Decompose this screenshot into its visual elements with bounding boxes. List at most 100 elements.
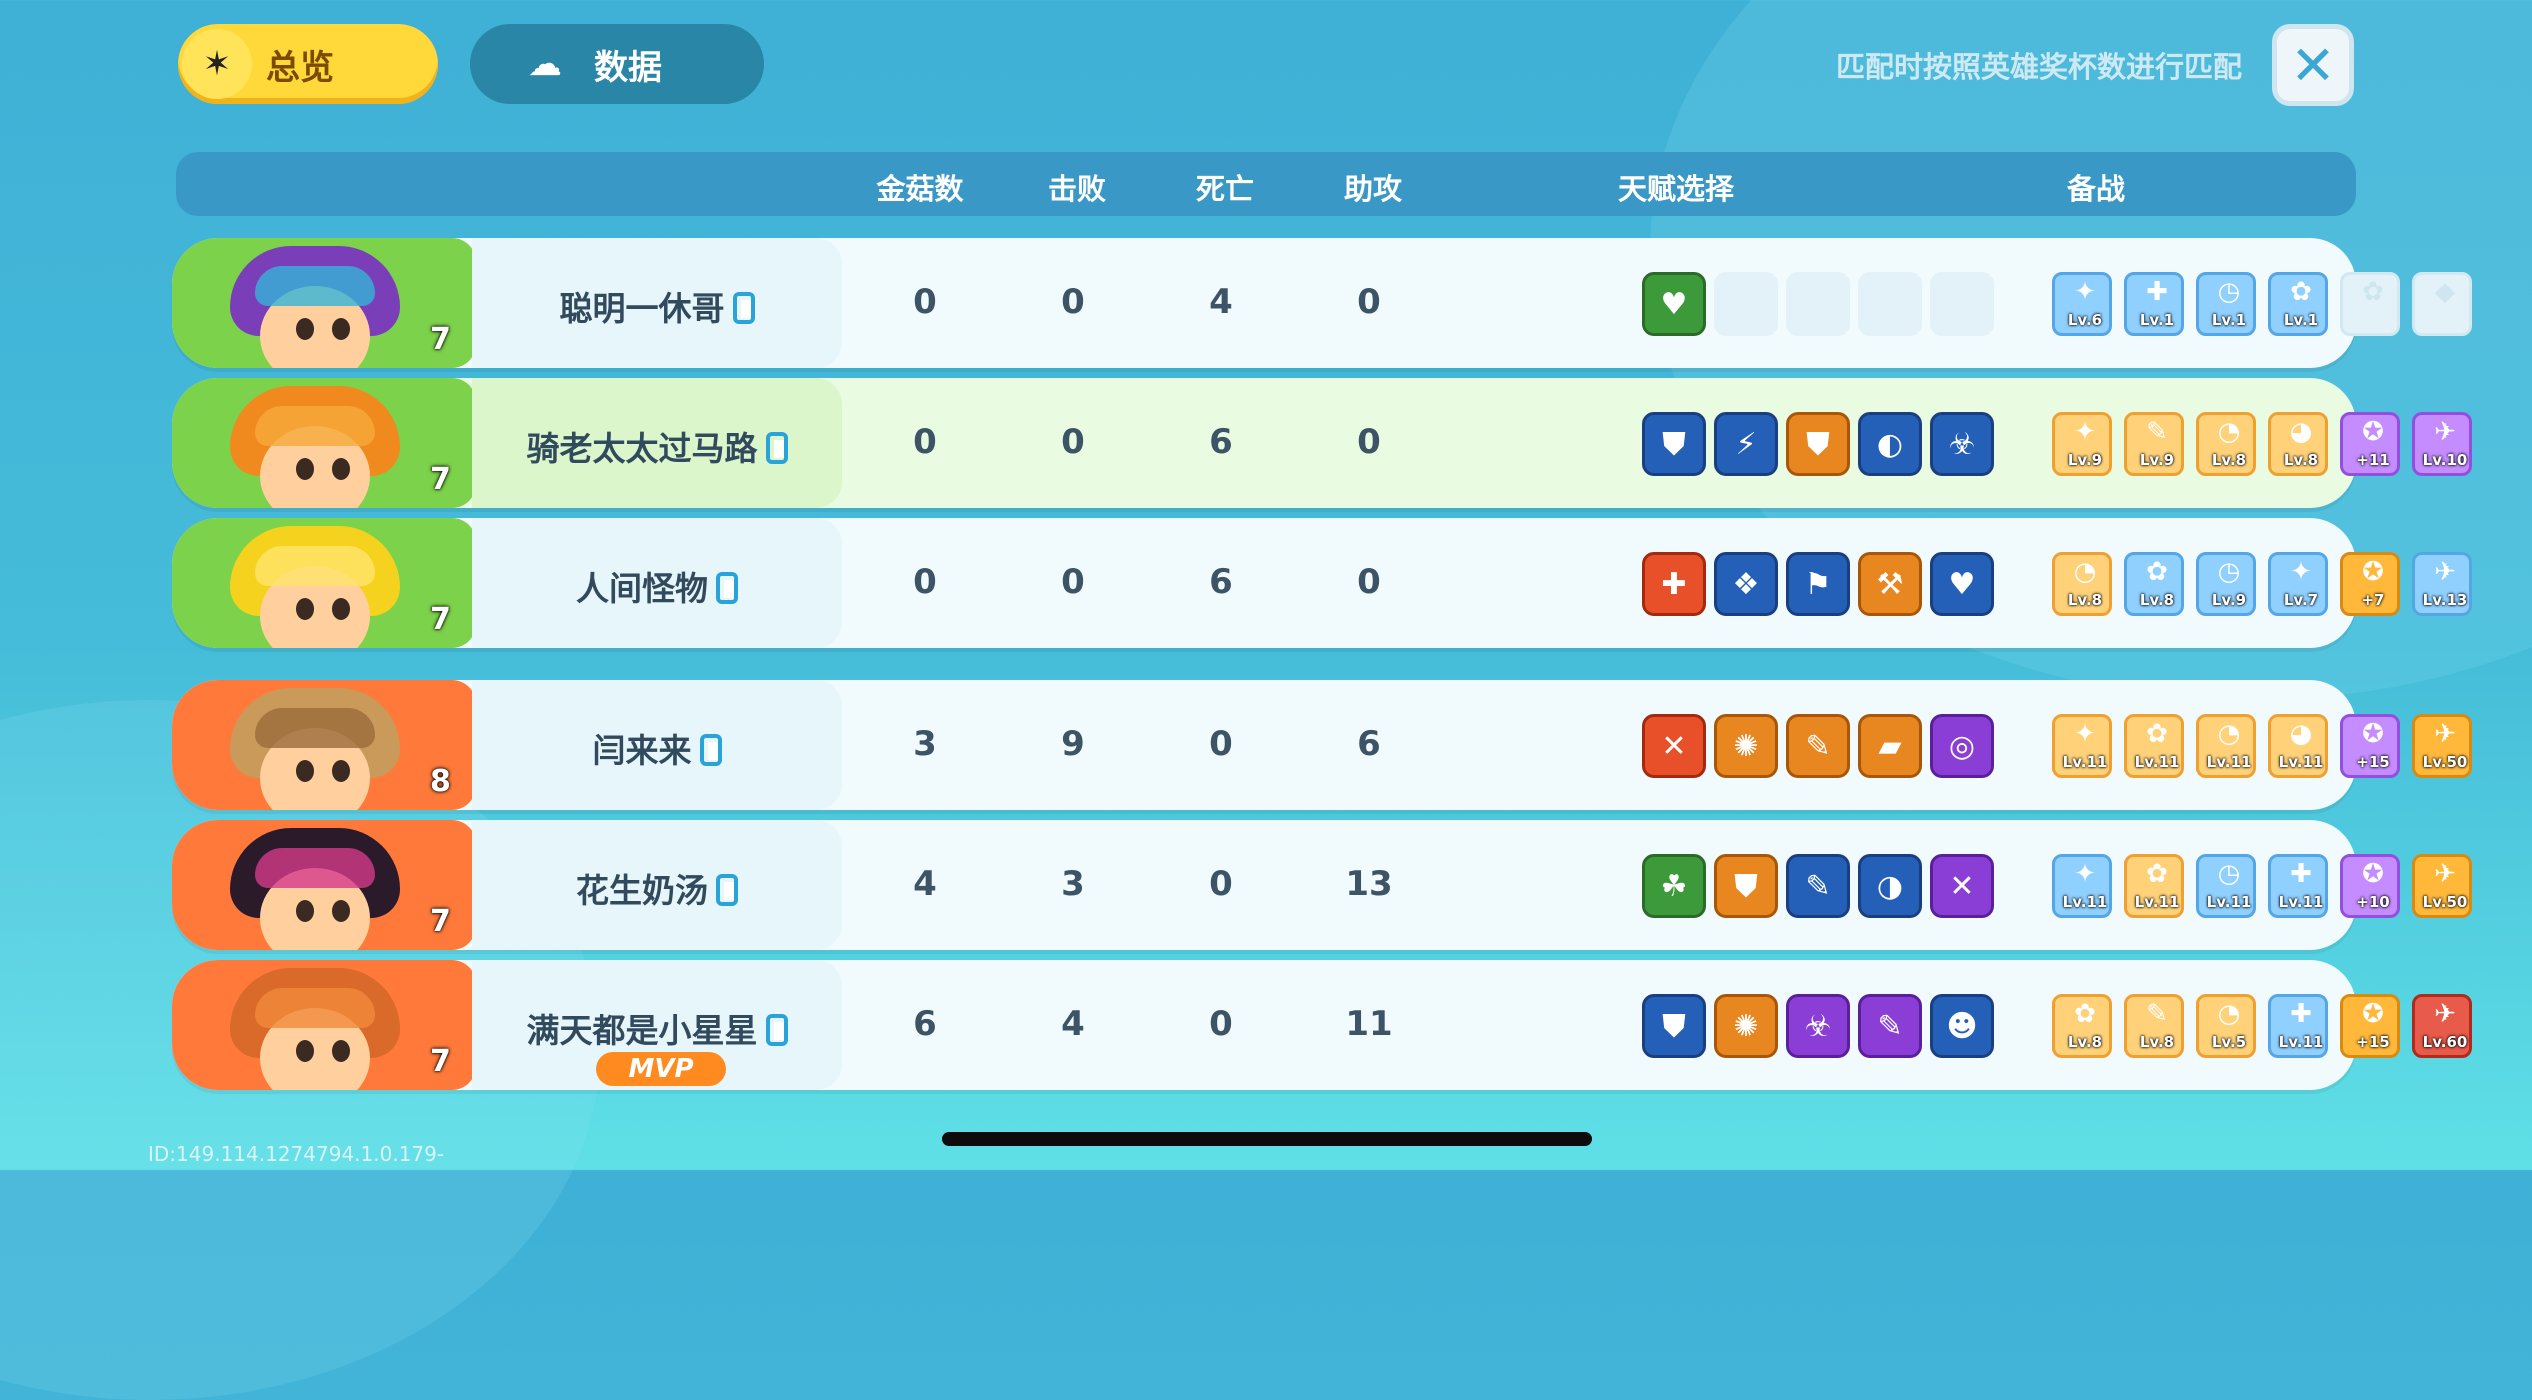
- gear-slot[interactable]: ✿ Lv.11: [2124, 854, 2184, 918]
- talent-slot[interactable]: ✎: [1858, 994, 1922, 1058]
- talent-icon: ✕: [1949, 868, 1975, 904]
- gear-slot[interactable]: ✚ Lv.11: [2268, 854, 2328, 918]
- hero-portrait[interactable]: 7: [172, 238, 476, 368]
- talent-icon: ⚒: [1876, 566, 1904, 602]
- gear-icon: ◔: [2217, 719, 2241, 749]
- gear-slot[interactable]: ✈ Lv.13: [2412, 552, 2472, 616]
- hero-portrait[interactable]: 8: [172, 680, 476, 810]
- stat-mushrooms: 4: [913, 864, 937, 904]
- tab-data[interactable]: ☁ 数据: [470, 24, 764, 104]
- gear-slot[interactable]: ◔ Lv.8: [2196, 412, 2256, 476]
- player-name-panel[interactable]: 满天都是小星星 MVP: [472, 960, 842, 1090]
- close-button[interactable]: ✕: [2272, 24, 2354, 106]
- gear-slot[interactable]: ◆: [2412, 272, 2472, 336]
- gear-level: Lv.8: [2067, 591, 2103, 609]
- gear-level: Lv.8: [2211, 451, 2247, 469]
- talent-slot[interactable]: ⚑: [1786, 552, 1850, 616]
- gear-slot[interactable]: ✚ Lv.11: [2268, 994, 2328, 1058]
- gear-slot[interactable]: ✦ Lv.7: [2268, 552, 2328, 616]
- player-name: 花生奶汤: [576, 871, 708, 910]
- player-name-panel[interactable]: 闫来来: [472, 680, 842, 810]
- gear-slot[interactable]: ◔ Lv.11: [2196, 714, 2256, 778]
- player-row[interactable]: 7 满天都是小星星 MVP 6 4 0 11 ⛊ ✺ ☣ ✎ ☻ ✿ Lv.8 ✎ Lv.8 ◔ Lv.5 ✚ Lv.…: [172, 960, 2472, 1090]
- gear-level: Lv.11: [2278, 893, 2324, 911]
- talent-slot[interactable]: ◐: [1858, 412, 1922, 476]
- gear-slot[interactable]: ◷ Lv.9: [2196, 552, 2256, 616]
- gear-slot[interactable]: ✪ +15: [2340, 714, 2400, 778]
- gear-slot[interactable]: ◔ Lv.8: [2052, 552, 2112, 616]
- hero-portrait[interactable]: 7: [172, 960, 476, 1090]
- player-row[interactable]: 8 闫来来 3 9 0 6 ✕ ✺ ✎ ▰ ◎ ✦ Lv.11 ✿ Lv.11 ◔ Lv.11 ◕ Lv.11 ✪ +1…: [172, 680, 2472, 810]
- gear-slot[interactable]: ✚ Lv.1: [2124, 272, 2184, 336]
- talent-slot[interactable]: ☻: [1930, 994, 1994, 1058]
- talent-slot[interactable]: ✕: [1930, 854, 1994, 918]
- talent-slot[interactable]: ♥: [1930, 552, 1994, 616]
- gear-slot[interactable]: ✿ Lv.11: [2124, 714, 2184, 778]
- talent-slot[interactable]: ☣: [1930, 412, 1994, 476]
- stat-deaths: 6: [1209, 562, 1233, 602]
- gear-slot[interactable]: ✪ +11: [2340, 412, 2400, 476]
- gear-slot[interactable]: ✦ Lv.11: [2052, 714, 2112, 778]
- gear-slot[interactable]: ✦ Lv.9: [2052, 412, 2112, 476]
- gear-slot[interactable]: ✦ Lv.6: [2052, 272, 2112, 336]
- gear-slot[interactable]: ◔ Lv.5: [2196, 994, 2256, 1058]
- talent-slot[interactable]: ✚: [1642, 552, 1706, 616]
- hero-avatar: [230, 968, 400, 1090]
- player-name-panel[interactable]: 骑老太太过马路: [472, 378, 842, 508]
- talent-slot[interactable]: ✺: [1714, 994, 1778, 1058]
- gear-slot[interactable]: ✎ Lv.8: [2124, 994, 2184, 1058]
- talent-slot[interactable]: ▰: [1858, 714, 1922, 778]
- gear-slot[interactable]: ✿: [2340, 272, 2400, 336]
- hero-portrait[interactable]: 7: [172, 518, 476, 648]
- talent-slot[interactable]: ◎: [1930, 714, 1994, 778]
- player-name-panel[interactable]: 聪明一休哥: [472, 238, 842, 368]
- talent-slot[interactable]: [1786, 272, 1850, 336]
- gear-slot[interactable]: ✦ Lv.11: [2052, 854, 2112, 918]
- talent-slot[interactable]: ✎: [1786, 854, 1850, 918]
- talent-slot[interactable]: ✕: [1642, 714, 1706, 778]
- gear-level: Lv.9: [2211, 591, 2247, 609]
- gear-slot[interactable]: ✿ Lv.8: [2052, 994, 2112, 1058]
- talent-slot[interactable]: ♥: [1642, 272, 1706, 336]
- talent-slot[interactable]: ☘: [1642, 854, 1706, 918]
- talent-slot[interactable]: ◑: [1858, 854, 1922, 918]
- gear-slot[interactable]: ✈ Lv.50: [2412, 854, 2472, 918]
- talent-slot[interactable]: ❖: [1714, 552, 1778, 616]
- talent-slot[interactable]: [1858, 272, 1922, 336]
- gear-slot[interactable]: ✪ +15: [2340, 994, 2400, 1058]
- hero-portrait[interactable]: 7: [172, 378, 476, 508]
- hero-portrait[interactable]: 7: [172, 820, 476, 950]
- player-row[interactable]: 7 花生奶汤 4 3 0 13 ☘ ⛊ ✎ ◑ ✕ ✦ Lv.11 ✿ Lv.11 ◷ Lv.11 ✚ Lv.11 ✪…: [172, 820, 2472, 950]
- talent-slot[interactable]: ✎: [1786, 714, 1850, 778]
- player-row[interactable]: 7 人间怪物 0 0 6 0 ✚ ❖ ⚑ ⚒ ♥ ◔ Lv.8 ✿ Lv.8 ◷ Lv.9 ✦ Lv.7 ✪ +7 ✈ Lv…: [172, 518, 2472, 648]
- gear-slot[interactable]: ✎ Lv.9: [2124, 412, 2184, 476]
- talent-slot[interactable]: ⛊: [1642, 994, 1706, 1058]
- player-name-panel[interactable]: 人间怪物: [472, 518, 842, 648]
- talent-slot[interactable]: ✺: [1714, 714, 1778, 778]
- gear-slot[interactable]: ◕ Lv.8: [2268, 412, 2328, 476]
- gear-slot[interactable]: ✈ Lv.50: [2412, 714, 2472, 778]
- gear-slot[interactable]: ✪ +10: [2340, 854, 2400, 918]
- gear-slot[interactable]: ✿ Lv.8: [2124, 552, 2184, 616]
- gear-slot[interactable]: ✪ +7: [2340, 552, 2400, 616]
- player-row[interactable]: 7 骑老太太过马路 0 0 6 0 ⛊ ⚡ ⛊ ◐ ☣ ✦ Lv.9 ✎ Lv.9 ◔ Lv.8 ◕ Lv.8 ✪ +1…: [172, 378, 2472, 508]
- gear-slot[interactable]: ✈ Lv.10: [2412, 412, 2472, 476]
- gear-slot[interactable]: ✈ Lv.60: [2412, 994, 2472, 1058]
- tab-overview[interactable]: ✶ 总览: [178, 24, 438, 104]
- home-indicator[interactable]: [942, 1132, 1592, 1146]
- talent-slot[interactable]: ☣: [1786, 994, 1850, 1058]
- gear-slot[interactable]: ✿ Lv.1: [2268, 272, 2328, 336]
- gear-icon: ✿: [2146, 859, 2168, 889]
- player-row[interactable]: 7 聪明一休哥 0 0 4 0 ♥ ✦ Lv.6 ✚ Lv.1 ◷ Lv.1 ✿ Lv.1 ✿ ◆: [172, 238, 2472, 368]
- talent-slot[interactable]: [1930, 272, 1994, 336]
- talent-slot[interactable]: ⚒: [1858, 552, 1922, 616]
- gear-slot[interactable]: ◷ Lv.1: [2196, 272, 2256, 336]
- talent-slot[interactable]: ⛊: [1714, 854, 1778, 918]
- player-name-panel[interactable]: 花生奶汤: [472, 820, 842, 950]
- talent-slot[interactable]: ⛊: [1642, 412, 1706, 476]
- gear-slot[interactable]: ◷ Lv.11: [2196, 854, 2256, 918]
- gear-slot[interactable]: ◕ Lv.11: [2268, 714, 2328, 778]
- talent-slot[interactable]: ⛊: [1786, 412, 1850, 476]
- talent-slot[interactable]: [1714, 272, 1778, 336]
- talent-slot[interactable]: ⚡: [1714, 412, 1778, 476]
